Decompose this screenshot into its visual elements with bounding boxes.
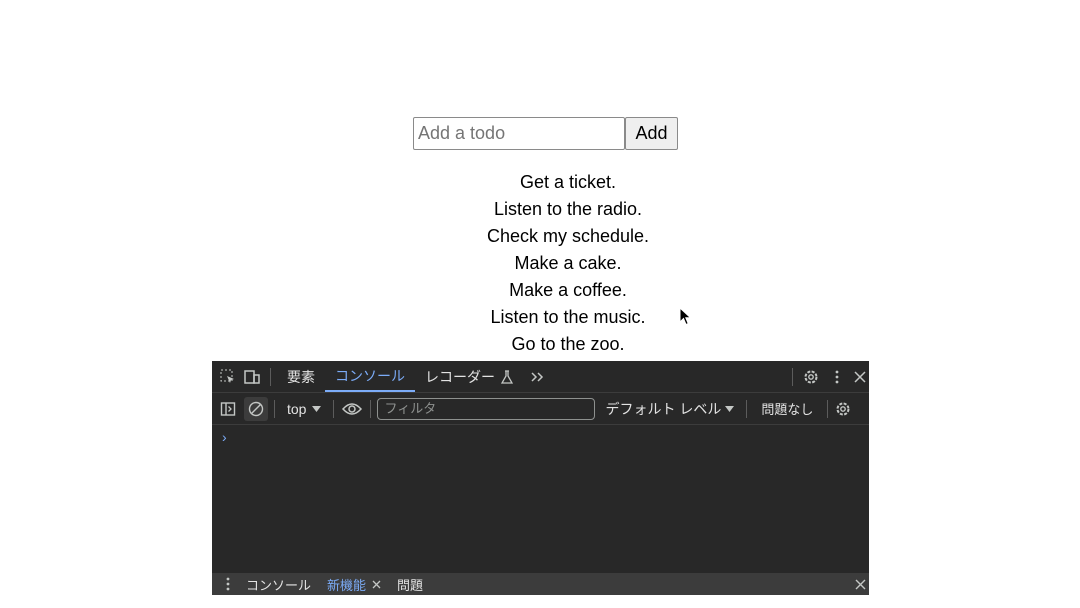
- console-filter-input[interactable]: [377, 397, 596, 420]
- drawer-tab-whats-new[interactable]: 新機能: [319, 575, 389, 594]
- drawer-tab-issues[interactable]: 問題: [389, 575, 431, 594]
- todo-item: Check my schedule.: [486, 226, 650, 246]
- devtools-panel: 要素 コンソール レコーダー top フィルタ デフォルト レベル 問題なし ›…: [212, 361, 869, 595]
- devtools-drawer-bar: コンソール 新機能 問題: [212, 573, 869, 595]
- inspect-element-icon[interactable]: [216, 365, 240, 389]
- toolbar-divider: [370, 399, 372, 418]
- dropdown-arrow-icon: [725, 405, 735, 412]
- toolbar-divider: [333, 399, 335, 418]
- tab-recorder-label: レコーダー: [425, 368, 495, 385]
- todo-form: Add: [413, 117, 678, 150]
- console-filter-bar: top デフォルト レベル 問題なし: [212, 393, 869, 425]
- toolbar-divider: [827, 399, 829, 418]
- todo-item: Make a coffee.: [509, 280, 627, 300]
- devtools-main-toolbar: 要素 コンソール レコーダー: [212, 361, 869, 393]
- context-selector[interactable]: top: [281, 401, 327, 417]
- todo-input[interactable]: [413, 117, 625, 150]
- todo-item: Make a cake.: [514, 253, 622, 273]
- todo-item: Listen to the music.: [490, 307, 646, 327]
- chevron-double-right-icon[interactable]: [525, 365, 549, 389]
- mouse-cursor-icon: [679, 307, 692, 326]
- console-output[interactable]: ›: [212, 425, 869, 565]
- drawer-menu-icon[interactable]: [218, 572, 238, 595]
- devtools-toolbar-right: [786, 361, 869, 392]
- todo-list: Get a ticket. Listen to the radio. Check…: [418, 169, 718, 358]
- context-label: top: [287, 400, 307, 417]
- toolbar-divider: [270, 367, 271, 386]
- device-toolbar-icon[interactable]: [240, 365, 264, 389]
- issues-counter[interactable]: 問題なし: [753, 399, 821, 418]
- close-devtools-icon[interactable]: [851, 365, 869, 389]
- todo-item: Go to the zoo.: [511, 334, 625, 354]
- add-button[interactable]: Add: [625, 117, 678, 150]
- toolbar-divider: [274, 399, 275, 418]
- toolbar-divider: [792, 367, 793, 386]
- console-prompt-icon: ›: [222, 429, 227, 445]
- dropdown-arrow-icon: [312, 405, 322, 412]
- clear-console-icon[interactable]: [244, 396, 268, 421]
- console-settings-gear-icon[interactable]: [834, 397, 852, 421]
- todo-item: Listen to the radio.: [493, 199, 643, 219]
- tab-elements[interactable]: 要素: [277, 361, 325, 392]
- close-drawer-icon[interactable]: [851, 573, 869, 595]
- flask-icon: [501, 369, 513, 384]
- todo-item: Get a ticket.: [519, 172, 617, 192]
- log-level-selector[interactable]: デフォルト レベル: [595, 399, 740, 419]
- drawer-tab-console[interactable]: コンソール: [238, 575, 319, 594]
- more-options-icon[interactable]: [829, 365, 845, 389]
- tab-console[interactable]: コンソール: [325, 361, 415, 392]
- log-level-label: デフォルト レベル: [605, 400, 722, 417]
- settings-gear-icon[interactable]: [799, 365, 823, 389]
- sidebar-toggle-icon[interactable]: [216, 397, 240, 421]
- eye-icon[interactable]: [340, 397, 364, 421]
- tab-recorder[interactable]: レコーダー: [415, 361, 523, 392]
- toolbar-divider: [746, 399, 748, 418]
- close-tab-icon[interactable]: [372, 580, 381, 589]
- drawer-tab-whats-new-label: 新機能: [327, 577, 367, 593]
